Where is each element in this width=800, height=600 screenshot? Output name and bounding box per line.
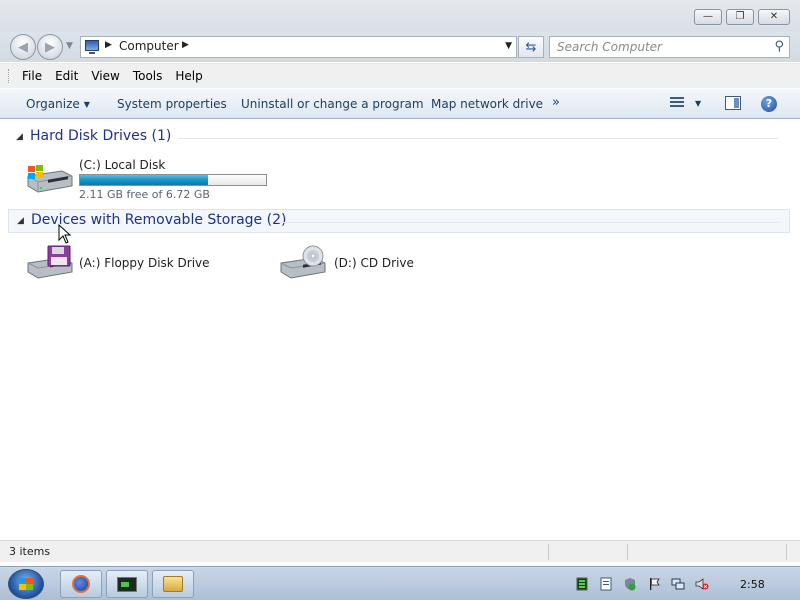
command-bar: Organize ▼ System properties Uninstall or… (0, 89, 800, 119)
status-separator (786, 544, 787, 560)
menu-file[interactable]: File (22, 69, 42, 83)
taskbar-firefox-button[interactable] (60, 570, 102, 598)
taskbar-terminal-button[interactable] (106, 570, 148, 598)
more-commands-button[interactable]: » (552, 95, 560, 110)
window-controls: — ❐ ✕ (694, 9, 790, 25)
free-space-text: 2.11 GB free of 6.72 GB (79, 188, 210, 201)
organize-button[interactable]: Organize ▼ (26, 97, 90, 111)
firefox-icon (72, 575, 90, 593)
green-status-icon[interactable] (575, 577, 589, 591)
taskbar: 2:58 (0, 566, 800, 600)
search-input[interactable] (557, 37, 767, 57)
mouse-pointer-icon (58, 224, 72, 244)
status-bar: 3 items (0, 540, 800, 562)
collapse-triangle-icon[interactable]: ◢ (16, 132, 23, 142)
drive-item-c[interactable]: (C:) Local Disk 2.11 GB free of 6.72 GB (24, 158, 284, 202)
disk-usage-fill (80, 175, 208, 185)
window-titlebar: — ❐ ✕ (0, 0, 800, 32)
breadcrumb-chevron-icon[interactable]: ▶ (182, 40, 189, 50)
recent-pages-dropdown[interactable]: ▼ (66, 41, 73, 51)
status-separator (548, 544, 549, 560)
collapse-triangle-icon[interactable]: ◢ (17, 216, 24, 226)
volume-muted-icon[interactable] (695, 577, 709, 591)
group-divider (279, 222, 779, 223)
minimize-button[interactable]: — (694, 9, 722, 25)
explorer-icon (163, 576, 183, 592)
group-title: Hard Disk Drives (1) (30, 128, 172, 144)
menu-tools[interactable]: Tools (133, 69, 163, 83)
search-icon[interactable]: ⚲ (774, 39, 784, 54)
preview-pane-icon[interactable] (725, 96, 741, 110)
drive-item-a[interactable]: (A:) Floppy Disk Drive (24, 241, 224, 285)
action-center-flag-icon[interactable] (647, 577, 661, 591)
map-network-drive-button[interactable]: Map network drive (431, 97, 543, 111)
terminal-icon (117, 576, 137, 592)
group-header-removable-storage[interactable]: ◢ Devices with Removable Storage (2) (8, 209, 790, 233)
close-button[interactable]: ✕ (758, 9, 790, 25)
menu-view[interactable]: View (91, 69, 119, 83)
breadcrumb-chevron-icon[interactable]: ▶ (105, 40, 112, 50)
document-icon[interactable] (599, 577, 613, 591)
clock[interactable]: 2:58 (740, 578, 765, 591)
help-icon[interactable]: ? (761, 96, 777, 112)
item-count: 3 items (9, 545, 51, 558)
address-history-dropdown[interactable]: ▼ (505, 41, 512, 51)
drive-label: (C:) Local Disk (79, 158, 166, 172)
back-arrow-icon: ◀ (18, 39, 28, 55)
disk-usage-bar (79, 174, 267, 186)
menu-help[interactable]: Help (175, 69, 202, 83)
computer-icon (85, 40, 99, 54)
maximize-button[interactable]: ❐ (726, 9, 754, 25)
drive-item-d[interactable]: (D:) CD Drive (279, 241, 479, 285)
breadcrumb-computer[interactable]: Computer (119, 39, 179, 53)
security-shield-icon[interactable] (623, 577, 637, 591)
organize-label: Organize (26, 97, 80, 111)
floppy-drive-icon (27, 245, 73, 279)
menu-grip (8, 69, 12, 83)
refresh-button[interactable]: ⇆ (518, 36, 544, 58)
system-properties-button[interactable]: System properties (117, 97, 227, 111)
file-list-pane: ◢ Hard Disk Drives (1) (C:) Local Disk 2… (0, 120, 800, 540)
navigation-bar: ◀ ▶ ▼ ▶ Computer ▶ ▼ ⇆ ⚲ (0, 32, 800, 62)
start-button[interactable] (8, 569, 44, 599)
menu-edit[interactable]: Edit (55, 69, 78, 83)
group-divider (178, 138, 778, 139)
group-header-hard-disk-drives[interactable]: ◢ Hard Disk Drives (1) (8, 126, 790, 150)
address-bar[interactable]: ▶ Computer ▶ ▼ (80, 36, 517, 58)
windows-hard-drive-icon (27, 165, 73, 193)
cd-drive-icon (280, 245, 326, 279)
view-options-dropdown[interactable]: ▼ (695, 99, 701, 108)
chevron-down-icon: ▼ (83, 100, 90, 109)
change-view-icon[interactable] (670, 97, 684, 110)
drive-label: (D:) CD Drive (334, 256, 414, 270)
search-box[interactable]: ⚲ (549, 36, 790, 58)
forward-button[interactable]: ▶ (37, 34, 63, 60)
uninstall-program-button[interactable]: Uninstall or change a program (241, 97, 424, 111)
taskbar-explorer-button[interactable] (152, 570, 194, 598)
system-tray: 2:58 (571, 567, 800, 600)
refresh-icon: ⇆ (525, 39, 537, 55)
drive-label: (A:) Floppy Disk Drive (79, 256, 210, 270)
forward-arrow-icon: ▶ (45, 39, 55, 55)
back-button[interactable]: ◀ (10, 34, 36, 60)
network-icon[interactable] (671, 577, 685, 591)
status-separator (627, 544, 628, 560)
menu-bar: File Edit View Tools Help (0, 63, 800, 88)
